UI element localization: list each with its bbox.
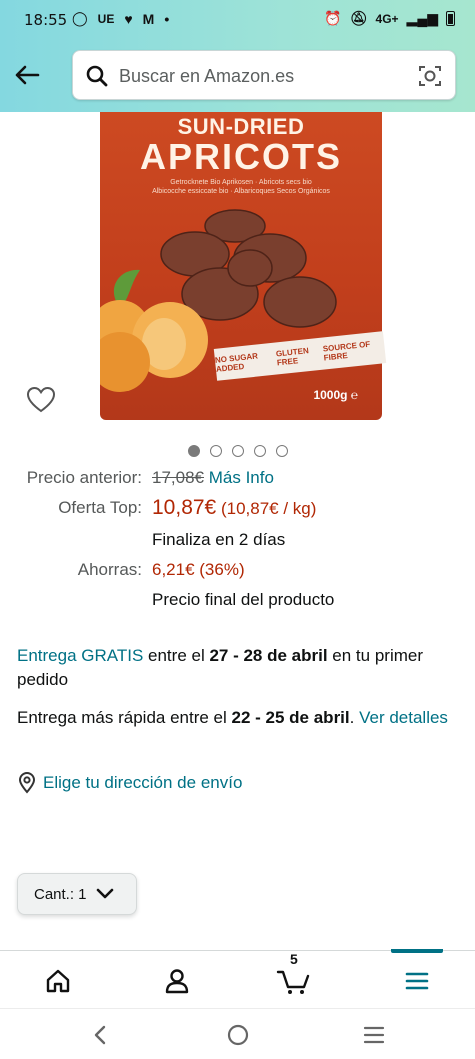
free-delivery-message: Entrega GRATIS entre el 27 - 28 de abril… — [17, 644, 462, 692]
free-delivery-text: entre el — [143, 646, 210, 665]
unit-price: (10,87€ / kg) — [220, 499, 317, 518]
system-home-icon — [227, 1024, 249, 1046]
mute-icon: 🔕︎ — [349, 10, 368, 26]
product-image[interactable]: SUN-DRIED APRICOTS Getrocknete Bio Aprik… — [82, 112, 400, 420]
chevron-down-icon — [96, 888, 113, 899]
nav-account[interactable] — [157, 965, 197, 997]
fast-delivery-text: . — [349, 708, 360, 727]
status-right-icons: ⏰ 🔕︎ 4G+ ▂▄▆ — [324, 10, 455, 27]
badge-gluten-free: GLUTEN FREE — [275, 346, 310, 368]
app-header: 18:55 ◯ UE ♥ M • ⏰ 🔕︎ 4G+ ▂▄▆ Buscar en … — [0, 0, 475, 112]
system-home-button[interactable] — [218, 1019, 258, 1051]
system-back-icon — [94, 1025, 106, 1045]
carousel-dot[interactable] — [275, 445, 288, 457]
final-price-note: Precio final del producto — [152, 590, 335, 609]
offer-label: Oferta Top: — [58, 498, 142, 517]
fast-delivery-text: Entrega más rápida entre el — [17, 708, 232, 727]
cart-icon — [276, 970, 310, 994]
heart-app-icon: ♥ — [124, 10, 133, 27]
nav-menu[interactable] — [397, 965, 437, 997]
bottom-navigation: 5 — [0, 949, 475, 1008]
nav-cart[interactable] — [274, 965, 314, 997]
quantity-label: Cant.: 1 — [34, 885, 87, 903]
heart-icon — [26, 386, 56, 413]
package-subtitle: Getrocknete Bio Aprikosen · Abricots sec… — [100, 178, 382, 196]
system-navigation-bar — [0, 1008, 475, 1059]
network-type: 4G+ — [375, 11, 399, 26]
choose-address-label: Elige tu dirección de envío — [43, 773, 243, 792]
system-recents-button[interactable] — [354, 1019, 394, 1051]
status-left-icons: ◯ UE ♥ M • — [72, 10, 169, 27]
package-headline-main: APRICOTS — [139, 136, 342, 177]
choose-address-link[interactable]: Elige tu dirección de envío — [17, 772, 242, 794]
search-icon — [86, 65, 108, 87]
package-weight: 1000g ℮ — [313, 388, 358, 402]
fast-delivery-message: Entrega más rápida entre el 22 - 25 de a… — [17, 706, 462, 730]
system-recents-icon — [363, 1026, 385, 1044]
carousel-dot[interactable] — [209, 445, 222, 457]
more-notifications-icon: • — [164, 10, 170, 27]
search-input[interactable]: Buscar en Amazon.es — [119, 66, 294, 87]
wishlist-button[interactable] — [26, 386, 56, 419]
signal-icon: ▂▄▆ — [406, 10, 438, 26]
carousel-dot[interactable] — [253, 445, 266, 457]
savings-value: 6,21€ (36%) — [152, 560, 245, 579]
package-subtitle-line: Albicocche essiccate bio · Albaricoques … — [152, 188, 330, 195]
offer-ends-text: Finaliza en 2 días — [152, 530, 286, 549]
gmail-icon: M — [142, 10, 155, 27]
offer-price-value: 10,87€ — [152, 496, 217, 519]
nav-home[interactable] — [38, 965, 78, 997]
active-tab-indicator — [391, 949, 443, 953]
home-icon — [46, 969, 70, 993]
previous-price-value: 17,08€ — [152, 468, 204, 487]
carousel-dot[interactable] — [231, 445, 244, 457]
delivery-details-link[interactable]: Ver detalles — [359, 708, 448, 727]
badge-no-sugar: NO SUGAR ADDED — [214, 351, 259, 374]
carousel-dot[interactable] — [187, 445, 200, 457]
cart-count-badge: 5 — [290, 951, 298, 967]
carousel-dots — [0, 445, 475, 457]
search-bar[interactable]: Buscar en Amazon.es — [72, 50, 456, 100]
system-back-button[interactable] — [80, 1019, 120, 1051]
savings-label: Ahorras: — [77, 560, 142, 579]
badge-fibre: SOURCE OF FIBRE — [322, 339, 371, 363]
more-info-link[interactable]: Más Info — [209, 468, 274, 487]
previous-price-label: Precio anterior: — [26, 468, 142, 487]
hamburger-menu-icon — [405, 972, 429, 990]
product-package: SUN-DRIED APRICOTS Getrocknete Bio Aprik… — [100, 112, 387, 420]
fast-delivery-dates: 22 - 25 de abril — [231, 708, 350, 727]
battery-icon — [446, 11, 455, 26]
back-arrow-icon — [15, 65, 40, 85]
alarm-icon: ⏰ — [324, 10, 342, 26]
package-subtitle-line: Getrocknete Bio Aprikosen · Abricots sec… — [170, 179, 312, 186]
person-icon — [165, 969, 189, 994]
free-delivery-dates: 27 - 28 de abril — [209, 646, 328, 665]
carrier-badge: UE — [97, 11, 115, 26]
back-button[interactable] — [12, 60, 42, 90]
status-bar: 18:55 ◯ UE ♥ M • ⏰ 🔕︎ 4G+ ▂▄▆ — [0, 0, 475, 38]
camera-search-icon[interactable] — [417, 63, 443, 89]
quantity-dropdown[interactable]: Cant.: 1 — [17, 873, 137, 915]
free-delivery-link[interactable]: Entrega GRATIS — [17, 646, 143, 665]
whatsapp-icon: ◯ — [72, 10, 88, 26]
status-time: 18:55 — [24, 11, 68, 29]
location-pin-icon — [18, 772, 36, 794]
